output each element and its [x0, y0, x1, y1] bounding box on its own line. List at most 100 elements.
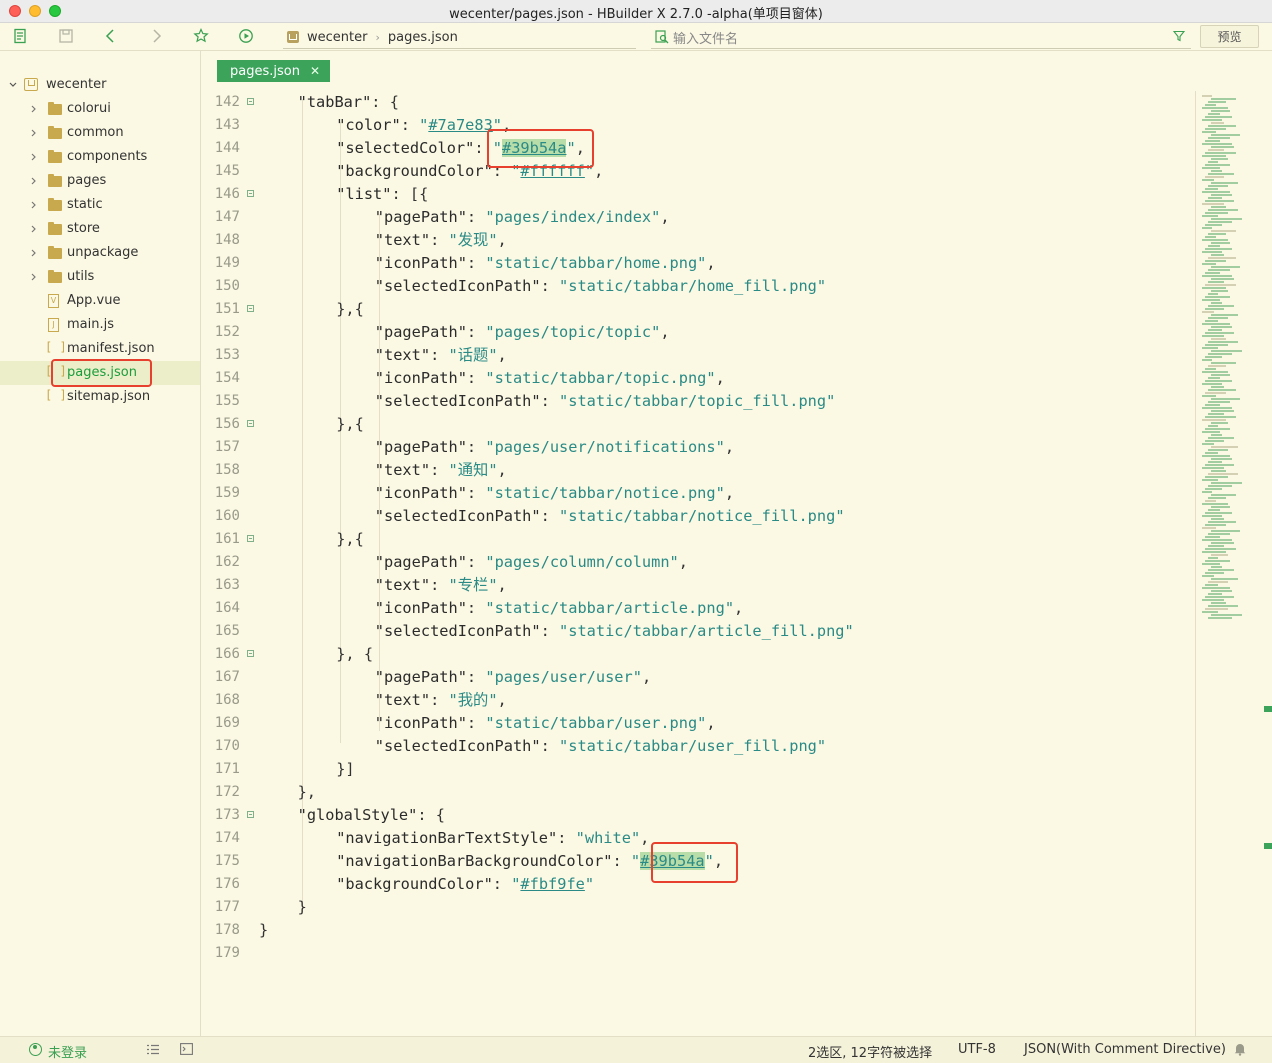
tree-item[interactable]: components: [0, 145, 200, 169]
minimap-line: [1205, 344, 1228, 346]
breadcrumb-item-project[interactable]: wecenter: [307, 30, 367, 45]
forward-icon[interactable]: [147, 27, 165, 45]
back-icon[interactable]: [102, 27, 120, 45]
fold-toggle-icon[interactable]: [247, 811, 254, 818]
fold-toggle-icon[interactable]: [247, 420, 254, 427]
search-icon: [655, 30, 669, 44]
tree-label: wecenter: [46, 77, 107, 92]
login-status[interactable]: 未登录: [48, 1042, 87, 1061]
code-line: 155 "selectedIconPath": "static/tabbar/to…: [201, 390, 1194, 413]
json-value: static/tabbar/notice_fill.png: [568, 507, 836, 525]
tree-item[interactable]: Jmain.js: [0, 313, 200, 337]
punctuation: ,: [497, 461, 507, 479]
folder-icon: [48, 222, 62, 235]
tree-item[interactable]: utils: [0, 265, 200, 289]
tree-item[interactable]: unpackage: [0, 241, 200, 265]
terminal-icon[interactable]: [180, 1043, 193, 1055]
tree-item[interactable]: static: [0, 193, 200, 217]
chevron-right-icon[interactable]: [30, 177, 38, 185]
tree-item[interactable]: [ ] pages.json: [0, 361, 200, 385]
tree-label: pages: [67, 173, 107, 188]
json-value: pages/user/user: [494, 668, 633, 686]
minimap-line: [1208, 173, 1234, 175]
tree-item[interactable]: store: [0, 217, 200, 241]
minimap-line: [1211, 326, 1232, 328]
tree-project-root[interactable]: wecenter: [0, 73, 200, 97]
tree-item[interactable]: pages: [0, 169, 200, 193]
tree-label: static: [67, 197, 103, 212]
tree-item[interactable]: [ ] sitemap.json: [0, 385, 200, 409]
code-line: 163 "text": "专栏",: [201, 574, 1194, 597]
json-key: iconPath: [384, 714, 458, 732]
chevron-right-icon[interactable]: [30, 153, 38, 161]
minimap-line: [1202, 263, 1216, 265]
fold-toggle-icon[interactable]: [247, 190, 254, 197]
filter-icon[interactable]: [1173, 30, 1185, 42]
fold-toggle-icon[interactable]: [247, 98, 254, 105]
chevron-down-icon[interactable]: [9, 81, 17, 89]
minimap-line: [1208, 137, 1230, 139]
list-icon[interactable]: [147, 1044, 159, 1055]
json-value: #39b54a: [640, 852, 705, 870]
punctuation: ,: [575, 139, 585, 157]
tree-label: colorui: [67, 101, 111, 116]
breadcrumb-item-file[interactable]: pages.json: [388, 30, 458, 45]
tree-item[interactable]: colorui: [0, 97, 200, 121]
chevron-right-icon[interactable]: [30, 273, 38, 281]
tab-pages-json[interactable]: pages.json ✕: [217, 60, 331, 82]
minimap-line: [1208, 269, 1230, 271]
json-key: pagePath: [384, 668, 458, 686]
minimap-line: [1205, 224, 1222, 226]
preview-button[interactable]: 预览: [1200, 25, 1259, 48]
run-icon[interactable]: [237, 27, 255, 45]
minimap-line: [1205, 356, 1222, 358]
punctuation: ,: [734, 599, 744, 617]
code-line: 150 "selectedIconPath": "static/tabbar/ho…: [201, 275, 1194, 298]
tree-item[interactable]: V App.vue: [0, 289, 200, 313]
punctuation: ,: [706, 714, 716, 732]
folder-icon: [48, 126, 62, 139]
tree-label: unpackage: [67, 245, 139, 260]
punctuation: ,: [497, 346, 507, 364]
punctuation: ,: [497, 576, 507, 594]
fold-toggle-icon[interactable]: [247, 535, 254, 542]
json-value: static/tabbar/home.png: [494, 254, 698, 272]
tree-item[interactable]: [ ] manifest.json: [0, 337, 200, 361]
json-value: #ffffff: [520, 162, 585, 180]
minimap-line: [1202, 503, 1228, 505]
minimap-line: [1211, 518, 1224, 520]
minimap-line: [1211, 290, 1228, 292]
tree-label: common: [67, 125, 124, 140]
minimap[interactable]: [1195, 91, 1264, 1036]
new-file-icon[interactable]: [11, 27, 29, 45]
json-key: selectedIconPath: [384, 507, 532, 525]
line-number: 168: [214, 692, 240, 708]
minimap-line: [1205, 584, 1218, 586]
chevron-right-icon[interactable]: [30, 249, 38, 257]
minimap-line: [1205, 392, 1226, 394]
punctuation: ,: [678, 553, 688, 571]
project-explorer: wecenter colorui common components pages sta…: [0, 51, 201, 1036]
minimap-line: [1202, 107, 1228, 109]
tree-item[interactable]: common: [0, 121, 200, 145]
fold-toggle-icon[interactable]: [247, 650, 254, 657]
encoding[interactable]: UTF-8: [958, 1042, 996, 1057]
star-icon[interactable]: [192, 27, 210, 45]
minimap-line: [1211, 494, 1236, 496]
json-value: 通知: [457, 461, 489, 479]
close-icon[interactable]: ✕: [310, 64, 320, 78]
chevron-right-icon[interactable]: [30, 129, 38, 137]
file-search-input[interactable]: 输入文件名: [651, 26, 1191, 49]
language-mode[interactable]: JSON(With Comment Directive): [1024, 1042, 1226, 1057]
minimap-line: [1205, 608, 1228, 610]
code-line: 142 "tabBar": {: [201, 91, 1194, 114]
chevron-right-icon[interactable]: [30, 201, 38, 209]
minimap-line: [1202, 407, 1232, 409]
chevron-right-icon[interactable]: [30, 105, 38, 113]
search-placeholder: 输入文件名: [673, 31, 739, 47]
bell-icon[interactable]: [1234, 1042, 1246, 1056]
fold-toggle-icon[interactable]: [247, 305, 254, 312]
save-icon[interactable]: [57, 27, 75, 45]
code-editor[interactable]: 142 "tabBar": {143 "color": "#7a7e83", 144 "…: [201, 91, 1194, 1036]
chevron-right-icon[interactable]: [30, 225, 38, 233]
